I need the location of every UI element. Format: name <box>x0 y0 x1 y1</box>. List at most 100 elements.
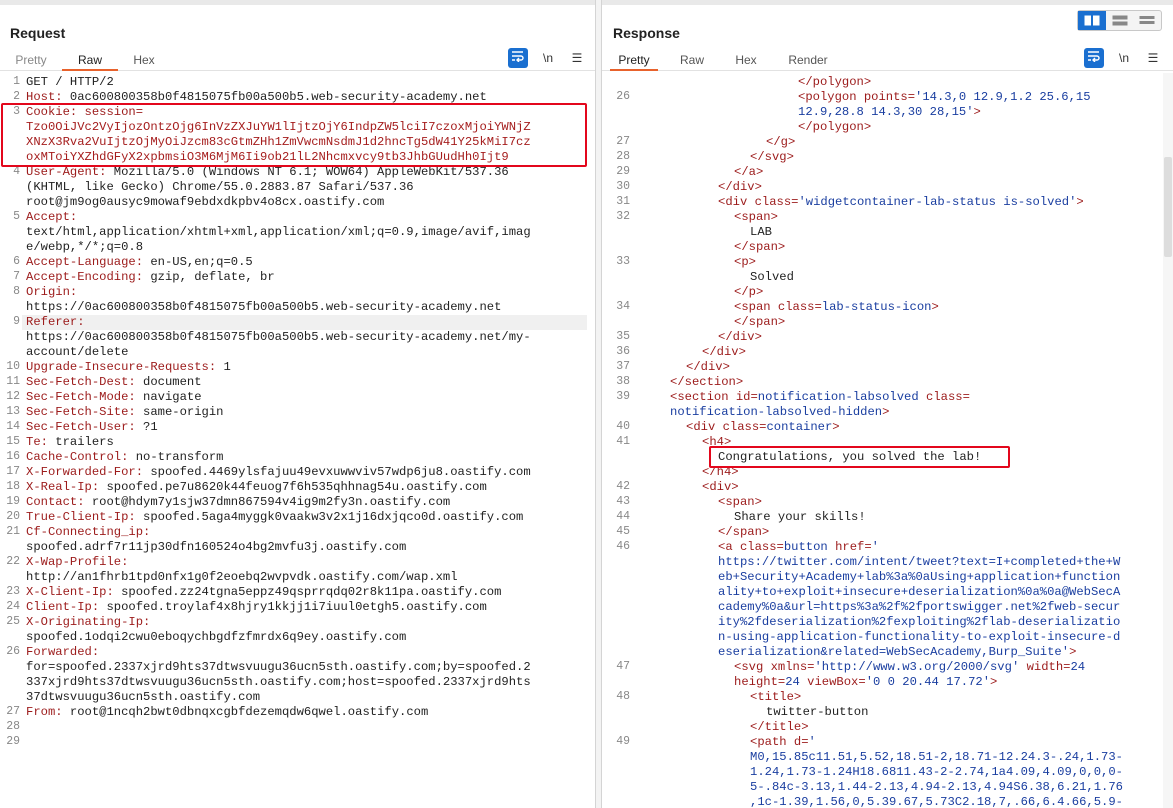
code-line: root@jm9og0ausyc9mowaf9ebdxdkpbv4o8cx.oa… <box>26 195 384 209</box>
top-strip <box>602 0 1173 5</box>
code-token: <svg <box>734 660 771 674</box>
response-editor[interactable]: </polygon> 26 <polygon points='14.3,0 12.9… <box>602 73 1173 808</box>
code-token: eb+Security+Academy+lab%3a%0aUsing+appli… <box>718 570 1121 584</box>
code-line: Sec-Fetch-Mode: navigate <box>26 390 202 404</box>
tab-hex[interactable]: Hex <box>124 49 164 71</box>
code-token: <a <box>718 540 740 554</box>
code-token: > <box>973 105 981 119</box>
split-horizontal-icon[interactable] <box>1078 11 1106 30</box>
code-token: <span> <box>734 210 778 224</box>
line-number: 37 <box>616 360 630 373</box>
line-number: 27 <box>6 705 20 718</box>
code-token: class= <box>926 390 970 404</box>
line-number: 39 <box>616 390 630 403</box>
line-number: 33 <box>616 255 630 268</box>
line-number: 10 <box>6 360 20 373</box>
code-token: GET / HTTP/2 <box>26 75 114 89</box>
code-token: cademy%0a&url=https%3a%2f%2fportswigger.… <box>718 600 1121 614</box>
scrollbar-thumb[interactable] <box>1164 157 1172 257</box>
tab-render[interactable]: Render <box>780 49 836 71</box>
code-token: points= <box>863 90 916 104</box>
code-token: 5-.84c-3.13,1.44-2.13,4.94-2.13,4.94S6.3… <box>750 780 1123 794</box>
code-token: notification-labsolved-hidden <box>670 405 883 419</box>
code-token: </polygon> <box>798 75 872 89</box>
code-token: </div> <box>718 180 762 194</box>
cookie-highlight-box <box>1 103 587 167</box>
line-number: 7 <box>13 270 20 283</box>
code-line: 37dtwsvuugu36ucn5sth.oastify.com <box>26 690 260 704</box>
code-token: lab-status-icon <box>821 300 932 314</box>
code-token: e/webp,*/*;q=0.8 <box>26 240 144 254</box>
code-token: User-Agent: <box>26 165 107 179</box>
line-number: 9 <box>13 315 20 328</box>
single-view-icon[interactable] <box>1133 11 1161 30</box>
tab-pretty[interactable]: Pretty <box>610 49 658 71</box>
code-token: Client-Ip: <box>26 600 100 614</box>
menu-icon[interactable]: ☰ <box>1143 48 1163 68</box>
code-token: button <box>783 540 828 554</box>
tab-hex[interactable]: Hex <box>728 49 764 71</box>
code-token: trailers <box>47 435 114 449</box>
code-token: https://twitter.com/intent/tweet?text=I+… <box>718 555 1121 569</box>
code-token: </a> <box>734 165 764 179</box>
newline-toggle[interactable]: \n <box>1114 48 1134 68</box>
code-line: <a class=button href=' <box>718 540 879 554</box>
code-token: 12.9,28.8 14.3,30 28,15' <box>798 105 974 119</box>
code-token: viewBox= <box>807 675 866 689</box>
split-vertical-icon[interactable] <box>1106 11 1134 30</box>
code-token: text/html,application/xhtml+xml,applicat… <box>26 225 531 239</box>
code-token: <section <box>670 390 736 404</box>
vertical-scrollbar[interactable] <box>1163 73 1173 808</box>
request-title: Request <box>10 25 66 41</box>
code-token: '14.3,0 12.9,1.2 25.6,15 <box>915 90 1091 104</box>
code-line: Upgrade-Insecure-Requests: 1 <box>26 360 231 374</box>
code-token: ality+to+exploit+insecure+deserializatio… <box>718 585 1121 599</box>
code-token: class= <box>722 420 767 434</box>
wrap-icon[interactable] <box>508 48 528 68</box>
code-line: X-Originating-Ip: <box>26 615 150 629</box>
tab-raw[interactable]: Raw <box>674 49 710 71</box>
code-line: 1.24,1.73-1.24H18.6811.43-2-2.74,1a4.09,… <box>750 765 1123 779</box>
wrap-icon[interactable] <box>1084 48 1104 68</box>
code-token: n-using-application-functionality-to-exp… <box>718 630 1121 644</box>
code-line: height=24 viewBox='0 0 20.44 17.72'> <box>734 675 997 689</box>
code-line: notification-labsolved-hidden> <box>670 405 889 419</box>
code-token: gzip, deflate, br <box>143 270 275 284</box>
code-token: spoofed.troylaf4x8hjry1kkjj1i7iuul0etgh5… <box>99 600 487 614</box>
code-line: <path d=' <box>750 735 816 749</box>
request-editor[interactable]: 1 GET / HTTP/2 2 Host: 0ac600800358b0f48150… <box>0 73 595 808</box>
code-token: https://0ac600800358b0f4815075fb00a500b5… <box>26 330 531 344</box>
code-token: </title> <box>750 720 809 734</box>
code-line: <span> <box>718 495 762 509</box>
code-token: True-Client-Ip: <box>26 510 136 524</box>
code-token: 0ac600800358b0f4815075fb00a500b5.web-sec… <box>62 90 487 104</box>
code-token: spoofed.zz24tgna5eppz49qsprrqdq02r8k11pa… <box>113 585 502 599</box>
code-token: 24 <box>1070 660 1086 674</box>
code-token: 24 <box>785 675 800 689</box>
request-panel: Request Pretty Raw Hex \n ☰ 1 GET / HTTP/… <box>0 0 596 808</box>
tab-pretty[interactable]: Pretty <box>8 49 54 71</box>
code-token: class= <box>754 195 799 209</box>
code-token: twitter-button <box>766 705 869 719</box>
code-token: spoofed.4469ylsfajuu49evxuwwviv57wdp6ju8… <box>143 465 531 479</box>
code-token: Sec-Fetch-Mode: <box>26 390 136 404</box>
menu-icon[interactable]: ☰ <box>567 48 587 68</box>
tab-raw[interactable]: Raw <box>62 49 118 71</box>
code-token: d= <box>793 735 809 749</box>
response-panel: Response Pretty Raw Hex Render \n ☰ </po… <box>601 0 1173 808</box>
line-number: 21 <box>6 525 20 538</box>
code-token: https://0ac600800358b0f4815075fb00a500b5… <box>26 300 502 314</box>
code-line: X-Real-Ip: spoofed.pe7u8620k44feuog7f6h5… <box>26 480 487 494</box>
line-number: 44 <box>616 510 630 523</box>
code-token: 337xjrd9hts37dtwsvuugu36ucn5sth.oastify.… <box>26 675 531 689</box>
code-line: Origin: <box>26 285 77 299</box>
line-number: 1 <box>13 75 20 88</box>
code-token: Forwarded: <box>26 645 100 659</box>
code-token: ' <box>808 735 816 749</box>
newline-toggle[interactable]: \n <box>538 48 558 68</box>
code-token: Origin: <box>26 285 78 299</box>
code-token: id= <box>735 390 758 404</box>
code-token: </polygon> <box>798 120 872 134</box>
code-token: href= <box>835 540 872 554</box>
